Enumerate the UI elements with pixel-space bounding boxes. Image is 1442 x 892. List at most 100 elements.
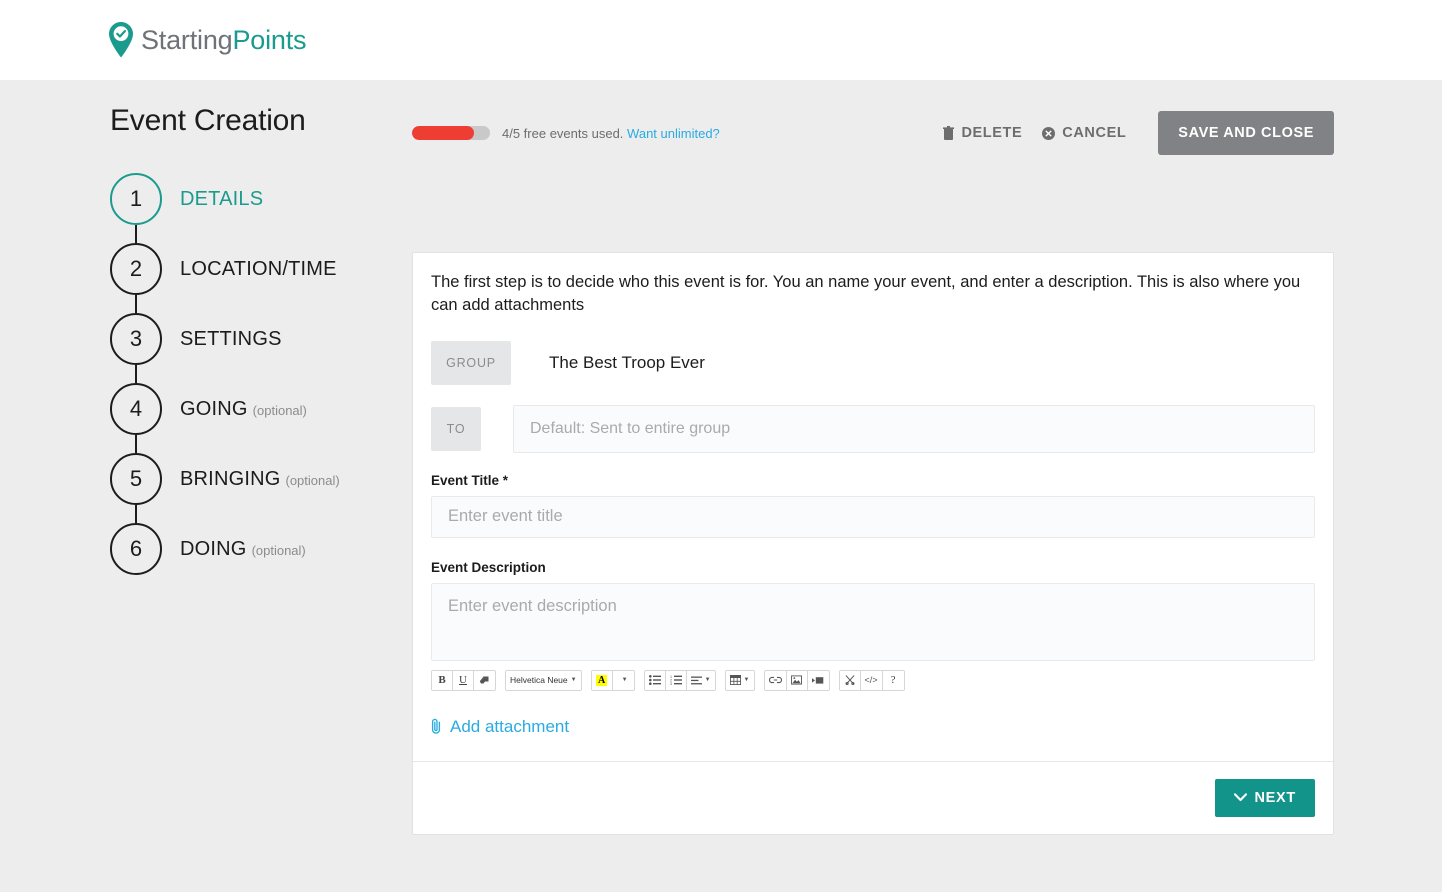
map-pin-check-icon [109, 22, 133, 58]
app-header: StartingPoints [0, 0, 1442, 80]
code-button[interactable]: </> [860, 670, 883, 690]
toolbar-actions: 4/5 free events used. Want unlimited? DE… [412, 108, 1334, 158]
wizard-steps: 1 DETAILS 2 LOCATION/TIME 3 SETTINGS 4 G… [110, 164, 400, 584]
usage-count-label: 4/5 free events used. [502, 125, 624, 141]
save-and-close-button[interactable]: SAVE AND CLOSE [1158, 111, 1334, 155]
align-left-icon[interactable]: ▼ [686, 670, 715, 690]
step-label-text: LOCATION/TIME [180, 257, 337, 280]
wizard-step-location-time[interactable]: 2 LOCATION/TIME [110, 234, 400, 313]
step-number-5: 5 [110, 453, 162, 505]
event-title-input[interactable] [431, 495, 1315, 538]
intro-text: The first step is to decide who this eve… [431, 273, 1301, 314]
step-label-text: DETAILS [180, 187, 264, 210]
step-connector [135, 295, 137, 313]
font-family-dropdown[interactable]: Helvetica Neue ▼ [506, 670, 581, 690]
step-number-4: 4 [110, 383, 162, 435]
group-row: GROUP The Best Troop Ever [431, 340, 1315, 385]
highlight-color-dropdown[interactable]: ▼ [612, 670, 634, 690]
wizard-step-bringing[interactable]: 5 BRINGING (optional) [110, 444, 400, 523]
rich-text-toolbar: B U Helvetica Neue ▼ A ▼ 1 2 3 ▼ ▼ </> ? [431, 669, 1315, 691]
event-description-textarea[interactable] [431, 582, 1315, 661]
add-attachment-label: Add attachment [450, 716, 570, 736]
chevron-down-icon: ▼ [704, 677, 711, 684]
wizard-step-settings[interactable]: 3 SETTINGS [110, 304, 400, 383]
page-title: Event Creation [110, 104, 306, 137]
help-label: ? [890, 674, 896, 687]
next-label: NEXT [1254, 789, 1296, 806]
step-label-text: SETTINGS [180, 327, 282, 350]
step-number-6: 6 [110, 523, 162, 575]
group-label: GROUP [431, 340, 511, 385]
wizard-sidebar: Event Creation 1 DETAILS 2 LOCATION/TIME… [110, 104, 400, 584]
brand-name: StartingPoints [141, 25, 306, 56]
bold-label: B [438, 674, 446, 687]
wizard-step-details[interactable]: 1 DETAILS [110, 164, 400, 243]
to-input[interactable] [513, 404, 1315, 453]
toolbar-group-table: ▼ [724, 669, 755, 691]
step-number-3: 3 [110, 313, 162, 365]
trash-icon [943, 126, 955, 140]
toolbar-group-misc: </> ? [838, 669, 905, 691]
brand-name-part1: Starting [141, 24, 233, 55]
step-label-going: GOING (optional) [180, 398, 307, 421]
image-icon[interactable] [786, 670, 808, 690]
add-attachment-link[interactable]: Add attachment [431, 717, 1315, 737]
toolbar-group-insert [763, 669, 830, 691]
cancel-label: CANCEL [1062, 125, 1127, 141]
event-title-label: Event Title * [431, 472, 509, 488]
scissors-icon[interactable] [839, 670, 861, 690]
unordered-list-icon[interactable] [644, 670, 666, 690]
help-button[interactable]: ? [882, 670, 904, 690]
toolbar-group-text-style: B U [431, 669, 496, 691]
step-label-doing: DOING (optional) [180, 538, 306, 561]
bold-button[interactable]: B [432, 670, 453, 690]
step-number-2: 2 [110, 243, 162, 295]
table-icon[interactable]: ▼ [725, 670, 754, 690]
text-highlight-button[interactable]: A [591, 670, 613, 690]
step-label-location-time: LOCATION/TIME [180, 258, 337, 281]
page-body: Event Creation 1 DETAILS 2 LOCATION/TIME… [0, 80, 1442, 892]
to-label: TO [431, 406, 481, 451]
wizard-step-doing[interactable]: 6 DOING (optional) [110, 514, 400, 584]
chevron-down-icon: ▼ [621, 677, 628, 684]
step-connector [135, 365, 137, 383]
chevron-down-icon: ▼ [743, 677, 750, 684]
step-label-settings: SETTINGS [180, 328, 282, 351]
highlight-letter: A [595, 674, 608, 686]
chevron-down-icon: ▼ [570, 677, 577, 684]
step-optional-tag: (optional) [252, 402, 307, 418]
step-label-text: GOING [180, 397, 248, 420]
to-row: TO [431, 404, 1315, 453]
svg-text:3: 3 [670, 682, 672, 685]
next-button[interactable]: NEXT [1214, 778, 1315, 817]
toolbar-group-highlight: A ▼ [590, 669, 635, 691]
step-label-bringing: BRINGING (optional) [180, 468, 340, 491]
step-label-text: DOING [180, 537, 247, 560]
toolbar-group-lists: 1 2 3 ▼ [643, 669, 716, 691]
ordered-list-icon[interactable]: 1 2 3 [665, 670, 687, 690]
eraser-icon[interactable] [474, 670, 495, 690]
delete-label: DELETE [961, 125, 1023, 141]
brand-logo[interactable]: StartingPoints [106, 21, 306, 59]
wizard-step-going[interactable]: 4 GOING (optional) [110, 374, 400, 453]
cancel-button[interactable]: CANCEL [1032, 119, 1136, 147]
details-card: The first step is to decide who this eve… [412, 252, 1334, 835]
step-label-details: DETAILS [180, 188, 263, 211]
circle-x-icon [1042, 126, 1056, 140]
step-number-1: 1 [110, 173, 162, 225]
delete-button[interactable]: DELETE [933, 119, 1032, 147]
group-value: The Best Troop Ever [549, 352, 705, 372]
step-connector [135, 225, 137, 243]
brand-name-part2: Points [232, 24, 307, 55]
step-connector [135, 435, 137, 453]
step-optional-tag: (optional) [285, 472, 340, 488]
underline-button[interactable]: U [453, 670, 474, 690]
font-family-label: Helvetica Neue [510, 675, 568, 686]
link-icon[interactable] [764, 670, 787, 690]
step-optional-tag: (optional) [251, 542, 306, 558]
video-icon[interactable] [807, 670, 829, 690]
paperclip-icon [431, 718, 442, 735]
want-unlimited-link[interactable]: Want unlimited? [627, 126, 720, 141]
usage-progress-fill [412, 126, 475, 140]
usage-progress-bar [412, 126, 490, 140]
